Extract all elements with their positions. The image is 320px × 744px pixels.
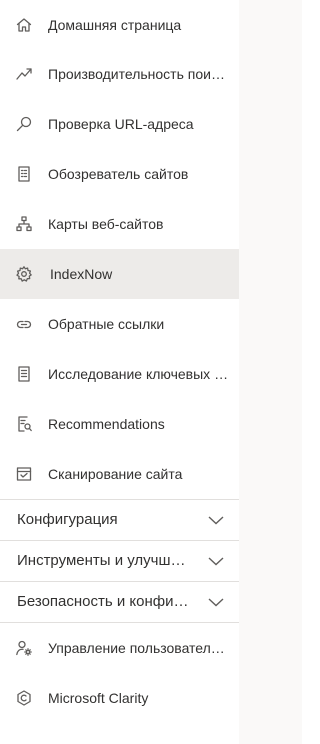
chevron-down-icon [207, 552, 225, 570]
user-settings-icon [14, 638, 34, 658]
clarity-icon [14, 688, 34, 708]
scan-icon [14, 464, 34, 484]
section-security[interactable]: Безопасность и конфиденциальность [0, 581, 239, 622]
document-icon [14, 364, 34, 384]
nav-item-label: Microsoft Clarity [48, 690, 149, 706]
nav-item-label: Обозреватель сайтов [48, 166, 189, 182]
content-gutter [239, 0, 302, 744]
nav-item-label: Проверка URL-адреса [48, 116, 194, 132]
nav-item-label: Производительность поиска [48, 66, 229, 82]
sitemap-icon [14, 214, 34, 234]
nav-item-label: Recommendations [48, 416, 165, 432]
nav-item-site-scan[interactable]: Сканирование сайта [0, 449, 239, 499]
nav-item-keyword-research[interactable]: Исследование ключевых слов [0, 349, 239, 399]
nav-item-backlinks[interactable]: Обратные ссылки [0, 299, 239, 349]
nav-item-microsoft-clarity[interactable]: Microsoft Clarity [0, 673, 239, 723]
site-explorer-icon [14, 164, 34, 184]
section-title: Безопасность и конфиденциальность [17, 593, 189, 610]
search-icon [14, 114, 34, 134]
gear-icon [14, 264, 34, 284]
side-navigation: Домашняя страница Производительность пои… [0, 0, 239, 744]
nav-item-search-performance[interactable]: Производительность поиска [0, 49, 239, 99]
chevron-down-icon [207, 593, 225, 611]
nav-item-label: IndexNow [50, 266, 113, 282]
nav-item-label: Управление пользователями [48, 640, 229, 656]
trending-icon [14, 64, 34, 84]
nav-item-indexnow[interactable]: IndexNow [0, 249, 239, 299]
nav-item-label: Сканирование сайта [48, 466, 183, 482]
app-frame: Домашняя страница Производительность пои… [0, 0, 302, 744]
nav-item-label: Карты веб-сайтов [48, 216, 164, 232]
nav-item-label: Домашняя страница [48, 17, 182, 33]
nav-item-url-inspection[interactable]: Проверка URL-адреса [0, 99, 239, 149]
nav-item-label: Обратные ссылки [48, 316, 165, 332]
section-title: Инструменты и улучшения [17, 552, 189, 569]
nav-item-sitemaps[interactable]: Карты веб-сайтов [0, 199, 239, 249]
nav-item-user-management[interactable]: Управление пользователями [0, 623, 239, 673]
section-configuration[interactable]: Конфигурация [0, 499, 239, 540]
section-tools[interactable]: Инструменты и улучшения [0, 540, 239, 581]
recommendations-icon [14, 414, 34, 434]
chevron-down-icon [207, 511, 225, 529]
link-icon [14, 314, 34, 334]
section-title: Конфигурация [17, 511, 118, 528]
home-icon [14, 15, 34, 35]
nav-item-home[interactable]: Домашняя страница [0, 0, 239, 50]
nav-item-label: Исследование ключевых слов [48, 366, 229, 382]
nav-item-site-explorer[interactable]: Обозреватель сайтов [0, 149, 239, 199]
nav-item-recommendations[interactable]: Recommendations [0, 399, 239, 449]
